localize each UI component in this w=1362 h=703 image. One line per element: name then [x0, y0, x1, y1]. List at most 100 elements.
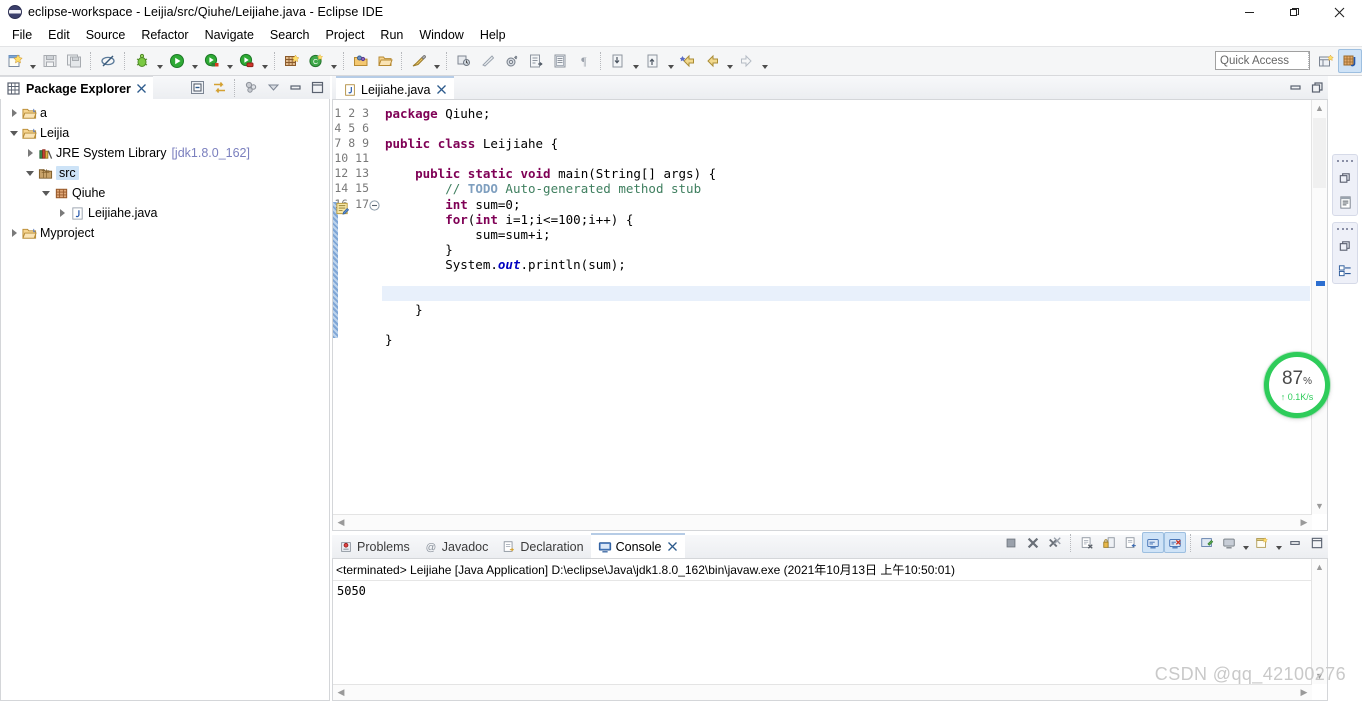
new-class-icon[interactable]: C [305, 50, 327, 72]
close-tab-icon[interactable] [436, 84, 447, 95]
chevron-down-icon[interactable] [7, 131, 21, 136]
run-as-dropdown-icon[interactable] [224, 47, 235, 76]
menu-search[interactable]: Search [262, 25, 318, 46]
toggle-mark-occurrences-icon[interactable] [525, 50, 547, 72]
menu-navigate[interactable]: Navigate [197, 25, 262, 46]
restore-icon[interactable] [1306, 77, 1328, 98]
source-editor[interactable]: 1 2 3 4 5 6 7 8 9 10 11 12 13 14 15 16 1… [332, 99, 1328, 531]
debug-icon[interactable] [131, 50, 153, 72]
menu-refactor[interactable]: Refactor [133, 25, 196, 46]
pilcrow-icon[interactable]: ¶ [573, 50, 595, 72]
next-annotation-icon[interactable] [607, 50, 629, 72]
menu-help[interactable]: Help [472, 25, 514, 46]
tab-package-explorer[interactable]: Package Explorer [0, 76, 153, 100]
open-type-icon[interactable] [350, 50, 372, 72]
display-selected-console-icon[interactable] [1218, 532, 1240, 553]
chevron-right-icon[interactable] [7, 229, 21, 237]
pin-console-icon[interactable] [1196, 532, 1218, 553]
coverage-icon[interactable] [236, 50, 258, 72]
link-with-editor-icon[interactable] [208, 77, 230, 98]
scroll-thumb[interactable] [1313, 118, 1326, 188]
editor-vertical-scrollbar[interactable]: ▲ ▼ [1311, 100, 1327, 514]
scroll-lock-icon[interactable] [1098, 532, 1120, 553]
source-code[interactable]: package Qiuhe; public class Leijiahe { p… [385, 106, 1311, 348]
new-wizard-dropdown-icon[interactable] [27, 47, 38, 76]
maximize-icon[interactable] [1306, 532, 1328, 553]
minimize-icon[interactable] [1284, 532, 1306, 553]
drag-handle-icon[interactable] [1337, 158, 1353, 164]
previous-annotation-dropdown-icon[interactable] [665, 47, 676, 76]
open-perspective-icon[interactable] [1314, 49, 1338, 73]
menu-window[interactable]: Window [411, 25, 471, 46]
tree-item-src[interactable]: src [1, 163, 329, 183]
task-list-icon[interactable] [1334, 260, 1356, 280]
terminate-icon[interactable] [1000, 532, 1022, 553]
new-class-dropdown-icon[interactable] [328, 47, 339, 76]
chevron-down-icon[interactable] [23, 171, 37, 176]
new-java-project-icon[interactable] [281, 50, 303, 72]
tree-item-jre-system-library[interactable]: JRE System Library [jdk1.8.0_162] [1, 143, 329, 163]
maximize-icon[interactable] [306, 77, 328, 98]
remove-launch-icon[interactable] [1022, 532, 1044, 553]
run-icon[interactable] [166, 50, 188, 72]
new-wizard-icon[interactable] [4, 50, 26, 72]
tree-item-qiuhe[interactable]: Qiuhe [1, 183, 329, 203]
no-link-icon[interactable] [97, 50, 119, 72]
outline-view-icon[interactable] [1334, 192, 1356, 212]
forward-dropdown-icon[interactable] [759, 47, 770, 76]
network-speed-widget[interactable]: 87% ↑ 0.1K/s [1264, 352, 1330, 418]
view-menu-icon[interactable] [262, 77, 284, 98]
external-tools-icon[interactable] [501, 50, 523, 72]
console-horizontal-scrollbar[interactable]: ◀ ▶ [333, 684, 1312, 700]
open-console-dropdown-icon[interactable] [1273, 528, 1284, 557]
scroll-left-arrow-icon[interactable]: ◀ [333, 515, 349, 530]
menu-project[interactable]: Project [318, 25, 373, 46]
show-console-on-error-icon[interactable] [1164, 532, 1186, 553]
back-dropdown-icon[interactable] [724, 47, 735, 76]
scroll-up-arrow-icon[interactable]: ▲ [1312, 100, 1327, 116]
drag-handle-icon[interactable] [1337, 226, 1353, 232]
tree-item-a[interactable]: a [1, 103, 329, 123]
debug-dropdown-icon[interactable] [154, 47, 165, 76]
tab-declaration[interactable]: Declaration [495, 535, 590, 558]
menu-run[interactable]: Run [372, 25, 411, 46]
display-selected-console-dropdown-icon[interactable] [1240, 528, 1251, 557]
show-console-on-output-icon[interactable] [1142, 532, 1164, 553]
close-tab-icon[interactable] [667, 541, 678, 552]
clear-console-icon[interactable] [1076, 532, 1098, 553]
tab-problems[interactable]: Problems [332, 535, 417, 558]
menu-edit[interactable]: Edit [40, 25, 78, 46]
project-tree[interactable]: a Leijia JRE System Library [jdk1.8.0_16 [0, 99, 330, 701]
tab-leijiahe-java[interactable]: Leijiahe.java [336, 76, 454, 101]
chevron-right-icon[interactable] [7, 109, 21, 117]
quick-access-input[interactable]: Quick Access [1215, 51, 1310, 70]
close-button[interactable] [1317, 0, 1362, 24]
restore-icon[interactable] [1334, 236, 1356, 256]
open-task-icon[interactable] [453, 50, 475, 72]
maximize-button[interactable] [1272, 0, 1317, 24]
run-dropdown-icon[interactable] [189, 47, 200, 76]
scroll-left-arrow-icon[interactable]: ◀ [333, 685, 349, 700]
last-edit-location-icon[interactable] [677, 50, 699, 72]
show-whitespace-icon[interactable] [549, 50, 571, 72]
minimize-icon[interactable] [1284, 77, 1306, 98]
tree-item-leijia[interactable]: Leijia [1, 123, 329, 143]
collapse-all-icon[interactable] [186, 77, 208, 98]
open-console-icon[interactable] [1251, 532, 1273, 553]
open-resource-icon[interactable] [374, 50, 396, 72]
back-icon[interactable] [701, 50, 723, 72]
view-menu-filter-icon[interactable] [240, 77, 262, 98]
tab-console[interactable]: Console [590, 533, 686, 558]
menu-source[interactable]: Source [78, 25, 134, 46]
search-dropdown-icon[interactable] [431, 47, 442, 76]
minimize-icon[interactable] [284, 77, 306, 98]
java-perspective-icon[interactable] [1338, 49, 1362, 73]
word-wrap-icon[interactable] [1120, 532, 1142, 553]
scroll-up-arrow-icon[interactable]: ▲ [1312, 559, 1327, 575]
skip-breakpoints-icon[interactable] [477, 50, 499, 72]
fold-collapse-icon[interactable] [369, 200, 381, 216]
save-icon[interactable] [39, 50, 61, 72]
forward-icon[interactable] [736, 50, 758, 72]
tree-item-leijiahe-java[interactable]: Leijiahe.java [1, 203, 329, 223]
chevron-down-icon[interactable] [39, 191, 53, 196]
